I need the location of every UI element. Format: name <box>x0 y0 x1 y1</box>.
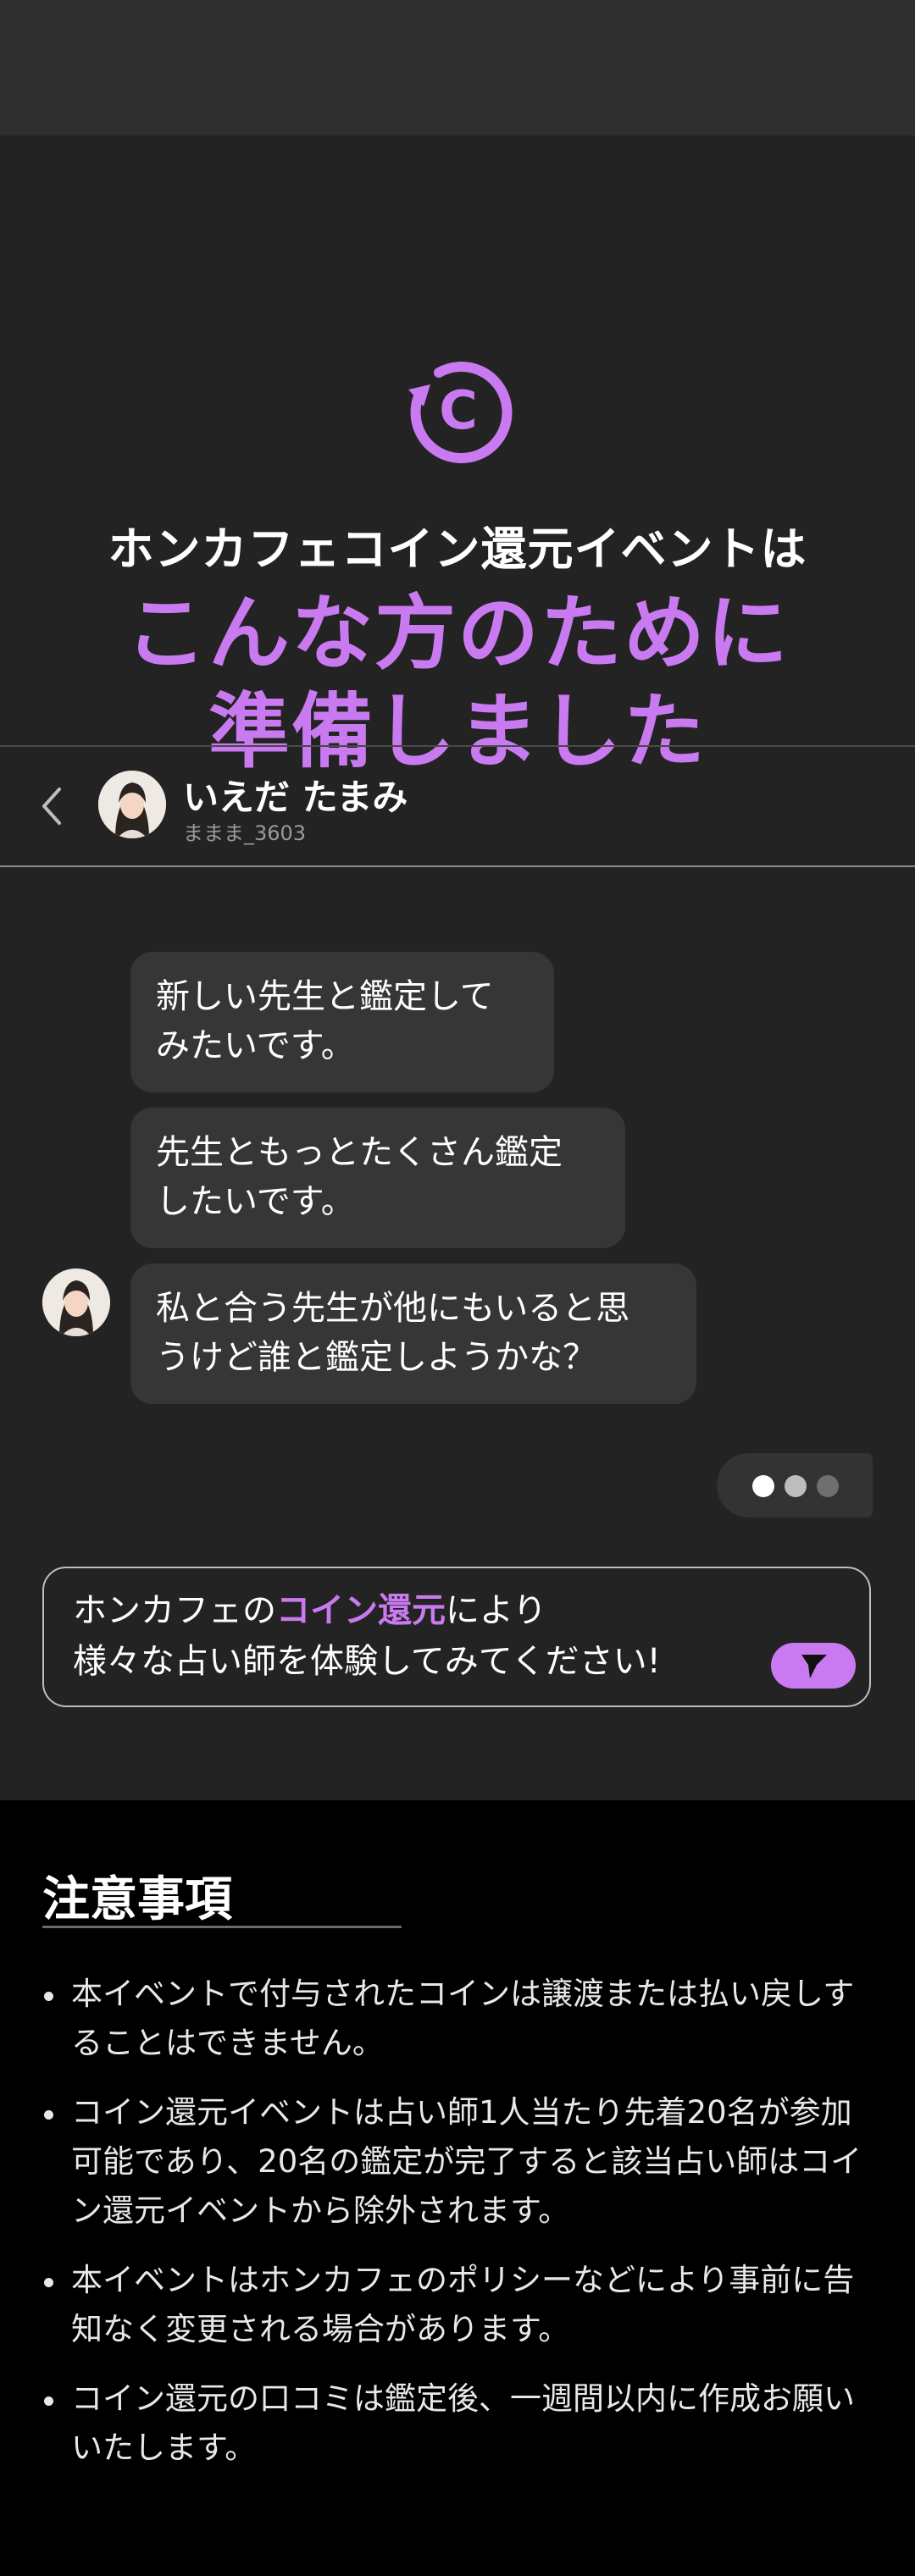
typing-dot <box>785 1475 807 1497</box>
send-button[interactable] <box>771 1643 856 1689</box>
hero-section: C ホンカフェコイン還元イベントは こんな方のために 準備しました <box>0 135 915 779</box>
top-bar <box>0 0 915 135</box>
notice-list: 本イベントで付与されたコインは譲渡または払い戻しすることはできません。 コイン還… <box>42 1970 881 2493</box>
message-input[interactable]: ホンカフェのコイン還元により 様々な占い師を体験してみてください! <box>42 1567 871 1707</box>
typing-dots-icon <box>717 1453 873 1517</box>
notice-item: 本イベントはホンカフェのポリシーなどにより事前に告知なく変更される場合があります… <box>42 2256 881 2354</box>
message-bubble: 私と合う先生が他にもいると思 うけど誰と鑑定しようかな？ <box>130 1263 696 1404</box>
input-prefix: ホンカフェの <box>73 1591 276 1630</box>
coin-return-icon: C <box>402 354 515 467</box>
hero-subtitle: ホンカフェコイン還元イベントは <box>108 522 807 576</box>
user-name: いえだ たまみ <box>183 777 408 818</box>
svg-text:C: C <box>439 379 478 441</box>
typing-dot <box>752 1475 774 1497</box>
chevron-left-icon[interactable] <box>34 781 68 832</box>
message-bubble: 新しい先生と鑑定して みたいです。 <box>130 952 554 1092</box>
avatar <box>42 1269 110 1336</box>
user-id: ままま_3603 <box>183 821 307 845</box>
message-input-line2: 様々な占い師を体験してみてください! <box>73 1642 661 1681</box>
input-suffix: により <box>446 1591 547 1630</box>
chat-header: いえだ たまみ ままま_3603 <box>0 745 915 867</box>
notice-item: コイン還元の口コミは鑑定後、一週間以内に作成お願いいたします。 <box>42 2374 881 2473</box>
send-icon <box>801 1655 827 1678</box>
message-input-text: ホンカフェのコイン還元により 様々な占い師を体験してみてください! <box>73 1585 661 1687</box>
notice-section: 注意事項 本イベントで付与されたコインは譲渡または払い戻しすることはできません。… <box>0 1800 915 2576</box>
hero-headline-line1: こんな方のために <box>125 586 790 681</box>
divider <box>42 1926 402 1928</box>
notice-item: コイン還元イベントは占い師1人当たり先着20名が参加可能であり、20名の鑑定が完… <box>42 2088 881 2236</box>
avatar[interactable] <box>98 771 166 838</box>
typing-dot <box>817 1475 839 1497</box>
message-input-line1: ホンカフェのコイン還元により <box>73 1585 661 1636</box>
notice-title: 注意事項 <box>42 1872 232 1927</box>
notice-item: 本イベントで付与されたコインは譲渡または払い戻しすることはできません。 <box>42 1970 881 2068</box>
message-bubble: 先生ともっとたくさん鑑定 したいです。 <box>130 1108 625 1248</box>
chat-body: 新しい先生と鑑定して みたいです。 先生ともっとたくさん鑑定 したいです。 私と… <box>0 867 915 1800</box>
input-highlight: コイン還元 <box>276 1591 446 1630</box>
